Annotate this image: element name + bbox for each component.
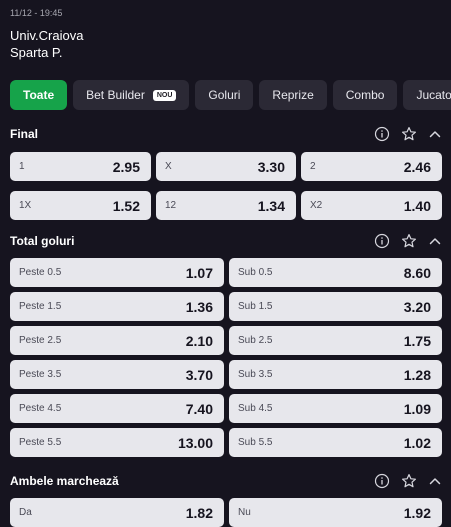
tab-reprize[interactable]: Reprize	[259, 80, 327, 110]
selection-label: 12	[165, 200, 177, 211]
odds-button[interactable]: Sub 3.5 1.28	[229, 360, 442, 389]
tab-label: Combo	[345, 88, 385, 102]
tab-label: Bet Builder	[86, 88, 145, 102]
odds-value: 3.30	[257, 158, 285, 175]
odds-button[interactable]: Peste 4.5 7.40	[10, 394, 224, 423]
tab-combo[interactable]: Combo	[332, 80, 398, 110]
odds-value: 1.82	[185, 504, 213, 521]
odds-value: 8.60	[403, 264, 431, 281]
tab-label: Reprize	[272, 88, 314, 102]
odds-value: 2.46	[403, 158, 431, 175]
odds-value: 3.70	[185, 366, 213, 383]
odds-value: 3.20	[403, 298, 431, 315]
selection-label: Sub 1.5	[238, 301, 273, 312]
section-actions	[374, 233, 442, 249]
odds-value: 1.36	[185, 298, 213, 315]
selection-label: Sub 2.5	[238, 335, 273, 346]
odds-button[interactable]: Nu 1.92	[229, 498, 442, 527]
odds-button[interactable]: Sub 0.5 8.60	[229, 258, 442, 287]
selection-label: Peste 4.5	[19, 403, 62, 414]
chevron-up-icon[interactable]	[428, 474, 442, 488]
tab-toate[interactable]: Toate	[10, 80, 68, 110]
odds-value: 2.95	[112, 158, 140, 175]
new-badge: NOU	[152, 89, 177, 101]
selection-label: X2	[310, 200, 323, 211]
section-title-ambele-marcheaza[interactable]: Ambele marchează	[10, 474, 119, 488]
selection-label: Nu	[238, 507, 251, 518]
odds-value: 7.40	[185, 400, 213, 417]
selection-label: X	[165, 161, 172, 172]
odds-button[interactable]: 1X 1.52	[10, 191, 151, 220]
odds-value: 1.52	[112, 197, 140, 214]
section-actions	[374, 473, 442, 489]
selection-label: 2	[310, 161, 316, 172]
selection-label: Sub 5.5	[238, 437, 273, 448]
odds-button[interactable]: X 3.30	[156, 152, 296, 181]
odds-value: 1.40	[403, 197, 431, 214]
star-icon[interactable]	[401, 126, 417, 142]
selection-label: 1X	[19, 200, 32, 211]
odds-button[interactable]: 2 2.46	[301, 152, 442, 181]
selection-label: Sub 4.5	[238, 403, 273, 414]
odds-button[interactable]: 12 1.34	[156, 191, 296, 220]
selection-label: Peste 0.5	[19, 267, 62, 278]
info-icon[interactable]	[374, 126, 390, 142]
selection-label: Peste 5.5	[19, 437, 62, 448]
selection-label: 1	[19, 161, 25, 172]
odds-button[interactable]: Peste 2.5 2.10	[10, 326, 224, 355]
odds-button[interactable]: 1 2.95	[10, 152, 151, 181]
section-actions	[374, 126, 442, 142]
selection-label: Da	[19, 507, 32, 518]
tab-jucatori[interactable]: Jucatori	[403, 80, 451, 110]
tab-label: Goluri	[208, 88, 241, 102]
odds-button[interactable]: Sub 5.5 1.02	[229, 428, 442, 457]
info-icon[interactable]	[374, 473, 390, 489]
section-title-final[interactable]: Final	[10, 127, 38, 141]
odds-button[interactable]: Da 1.82	[10, 498, 224, 527]
odds-button[interactable]: Sub 1.5 3.20	[229, 292, 442, 321]
chevron-up-icon[interactable]	[428, 127, 442, 141]
odds-value: 1.28	[403, 366, 431, 383]
odds-button[interactable]: Sub 2.5 1.75	[229, 326, 442, 355]
home-team: Univ.Craiova	[10, 28, 84, 43]
selection-label: Peste 2.5	[19, 335, 62, 346]
odds-value: 1.07	[185, 264, 213, 281]
selection-label: Peste 1.5	[19, 301, 62, 312]
chevron-up-icon[interactable]	[428, 234, 442, 248]
away-team: Sparta P.	[10, 45, 63, 60]
odds-value: 1.92	[403, 504, 431, 521]
match-datetime: 11/12 - 19:45	[10, 8, 63, 18]
odds-button[interactable]: X2 1.40	[301, 191, 442, 220]
selection-label: Sub 3.5	[238, 369, 273, 380]
selection-label: Peste 3.5	[19, 369, 62, 380]
section-title-total-goluri[interactable]: Total goluri	[10, 234, 74, 248]
info-icon[interactable]	[374, 233, 390, 249]
odds-button[interactable]: Sub 4.5 1.09	[229, 394, 442, 423]
odds-value: 1.02	[403, 434, 431, 451]
odds-value: 1.09	[403, 400, 431, 417]
market-tabs: Toate Bet Builder NOU Goluri Reprize Com…	[10, 80, 451, 110]
selection-label: Sub 0.5	[238, 267, 273, 278]
tab-bet-builder[interactable]: Bet Builder NOU	[73, 80, 190, 110]
odds-button[interactable]: Peste 1.5 1.36	[10, 292, 224, 321]
star-icon[interactable]	[401, 233, 417, 249]
tab-label: Toate	[23, 88, 55, 102]
odds-value: 2.10	[185, 332, 213, 349]
tab-goluri[interactable]: Goluri	[195, 80, 254, 110]
odds-value: 13.00	[177, 434, 213, 451]
odds-button[interactable]: Peste 5.5 13.00	[10, 428, 224, 457]
odds-value: 1.75	[403, 332, 431, 349]
odds-value: 1.34	[257, 197, 285, 214]
odds-button[interactable]: Peste 0.5 1.07	[10, 258, 224, 287]
tab-label: Jucatori	[416, 88, 451, 102]
odds-button[interactable]: Peste 3.5 3.70	[10, 360, 224, 389]
star-icon[interactable]	[401, 473, 417, 489]
